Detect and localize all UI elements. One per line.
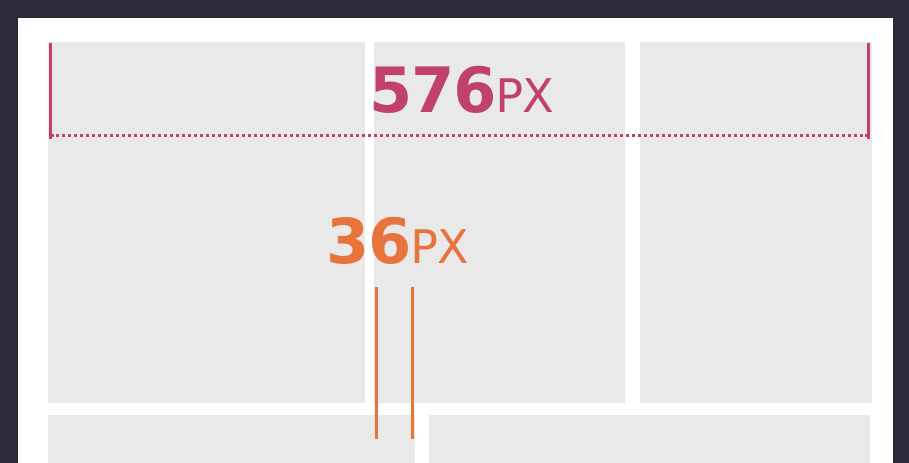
grid-cell-bottom-2: [429, 415, 870, 463]
gutter-width-unit: PX: [410, 220, 468, 274]
width-dotted-line: [51, 134, 868, 137]
container-width-value: 576: [369, 54, 496, 127]
grid-cell-bottom-1: [48, 415, 415, 463]
gutter-right-marker: [411, 287, 414, 439]
container-width-label: 576PX: [369, 60, 554, 123]
grid-canvas: 576PX 36PX: [18, 18, 893, 463]
grid-cell-top-1: [48, 42, 365, 403]
grid-cell-top-3: [640, 42, 872, 403]
width-left-marker: [49, 43, 52, 139]
gutter-width-label: 36PX: [326, 211, 469, 274]
gutter-width-value: 36: [326, 205, 411, 278]
width-right-marker: [867, 43, 870, 139]
gutter-left-marker: [375, 287, 378, 439]
container-width-unit: PX: [495, 69, 553, 123]
